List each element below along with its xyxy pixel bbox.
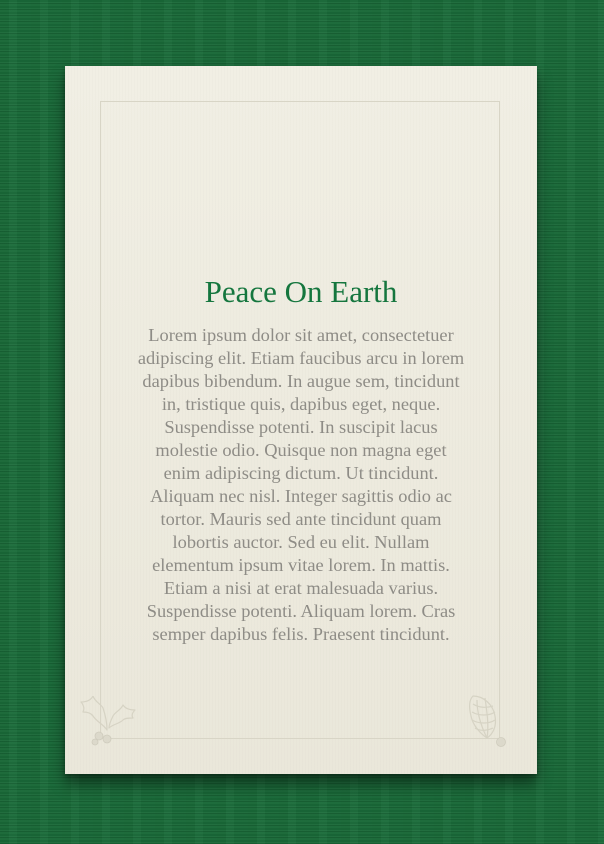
holly-icon [80, 696, 136, 746]
pinecone-icon [469, 695, 506, 747]
card-body-text: Lorem ipsum dolor sit amet, consectetuer… [137, 325, 465, 644]
card-title: Peace On Earth [204, 274, 398, 309]
greeting-card: Peace On Earth Lorem ipsum dolor sit ame… [65, 66, 537, 774]
